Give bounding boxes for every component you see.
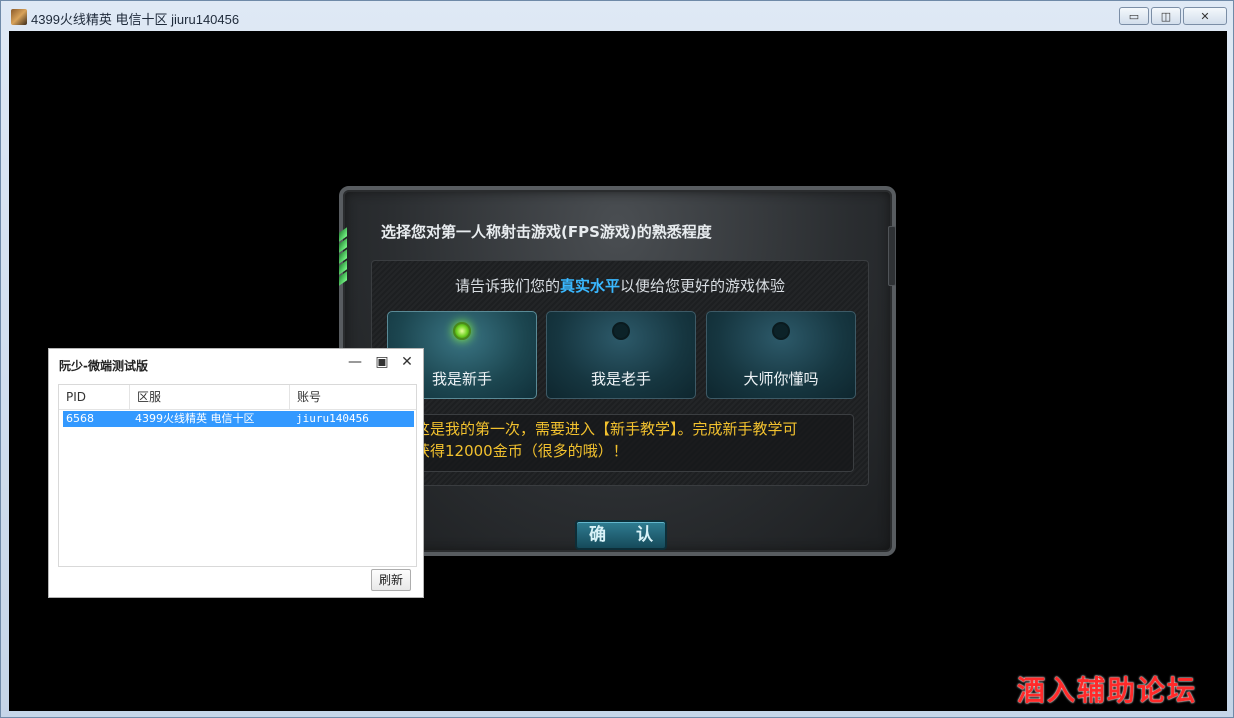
close-button[interactable]: ✕ (1183, 7, 1227, 25)
prompt-highlight: 真实水平 (559, 277, 620, 295)
prompt-text-before: 请告诉我们您的 (454, 277, 560, 295)
dialog-prompt: 请告诉我们您的真实水平以便给您更好的游戏体验 (372, 275, 868, 296)
tool-minimize-button[interactable]: — (345, 354, 365, 370)
option-master[interactable]: 大师你懂吗 (706, 311, 856, 399)
tool-window-title: 阮少-微端测试版 (59, 359, 148, 373)
window-titlebar[interactable]: 4399火线精英 电信十区 jiuru140456 ▭ ◫ ✕ (1, 1, 1234, 31)
tool-maximize-button[interactable]: ▣ (372, 354, 392, 370)
cell-pid: 6568 (66, 412, 94, 425)
tool-close-button[interactable]: ✕ (397, 354, 417, 370)
window-controls: ▭ ◫ ✕ (1119, 7, 1227, 25)
option-label: 大师你懂吗 (743, 370, 819, 388)
dialog-title: 选择您对第一人称射击游戏(FPS游戏)的熟悉程度 (381, 223, 712, 241)
dialog-side-rail (888, 226, 896, 286)
option-description: 这是我的第一次，需要进入【新手教学】。完成新手教学可 获得12000金币（很多的… (388, 414, 854, 472)
confirm-button[interactable]: 确 认 (575, 520, 667, 550)
description-line-1: 这是我的第一次，需要进入【新手教学】。完成新手教学可 (415, 420, 798, 438)
column-header-server[interactable]: 区服 (130, 385, 290, 410)
description-line-2: 获得12000金币（很多的哦）！ (415, 442, 628, 460)
radio-indicator-icon (772, 322, 790, 340)
option-label: 我是老手 (590, 370, 651, 388)
table-header: PID 区服 账号 (59, 385, 416, 410)
maximize-button[interactable]: ◫ (1151, 7, 1181, 25)
radio-indicator-icon (612, 322, 630, 340)
status-leds (339, 227, 349, 286)
column-header-account[interactable]: 账号 (290, 385, 416, 410)
process-table: PID 区服 账号 6568 4399火线精英 电信十区 jiuru140456 (58, 384, 417, 567)
cell-server: 4399火线精英 电信十区 (135, 412, 255, 425)
minimize-button[interactable]: ▭ (1119, 7, 1149, 25)
column-header-pid[interactable]: PID (59, 385, 130, 410)
table-row[interactable]: 6568 4399火线精英 电信十区 jiuru140456 (63, 411, 414, 427)
window-title: 4399火线精英 电信十区 jiuru140456 (31, 12, 240, 27)
dialog-body: 请告诉我们您的真实水平以便给您更好的游戏体验 我是新手 我是老手 大师你懂吗 这… (371, 260, 869, 486)
forum-watermark: 酒入辅助论坛 (1017, 674, 1198, 707)
cell-account: jiuru140456 (296, 412, 369, 425)
option-veteran[interactable]: 我是老手 (546, 311, 696, 399)
prompt-text-after: 以便给您更好的游戏体验 (620, 277, 786, 295)
app-icon (11, 9, 27, 25)
refresh-button[interactable]: 刷新 (371, 569, 411, 591)
radio-indicator-icon (453, 322, 471, 340)
tool-window: 阮少-微端测试版 — ▣ ✕ PID 区服 账号 6568 4399火线精英 电… (48, 348, 424, 598)
